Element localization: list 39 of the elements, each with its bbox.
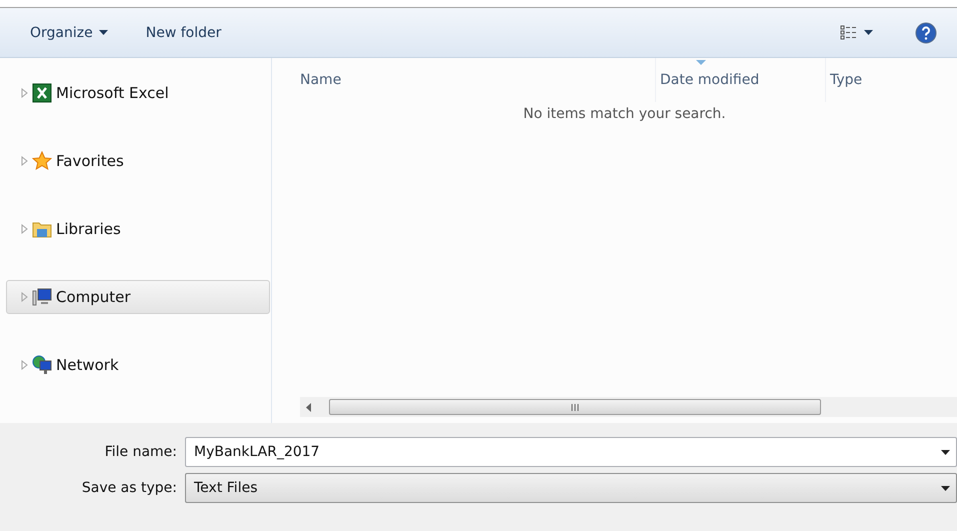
organize-button[interactable]: Organize [24,20,114,44]
new-folder-button[interactable]: New folder [140,20,228,44]
spreadsheet-icon [32,83,52,103]
column-header[interactable]: Type [826,58,956,102]
navigation-label: Libraries [56,220,121,238]
navigation-item[interactable]: Libraries [6,212,270,246]
empty-message: No items match your search. [522,106,727,122]
navigation-item[interactable]: Microsoft Excel [6,76,270,110]
expand-arrow-icon[interactable] [21,292,28,302]
expand-arrow-icon[interactable] [21,224,28,234]
scroll-left-icon[interactable] [306,402,311,412]
horizontal-scrollbar[interactable] [300,397,957,417]
grip-icon [571,404,579,410]
caret-icon [864,30,873,35]
navigation-item[interactable]: Network [6,348,270,382]
navigation-label: Computer [56,288,131,306]
help-icon[interactable] [915,22,937,44]
details-view-icon [840,24,858,40]
navigation-label: Network [56,356,119,374]
file-type-dropdown[interactable]: Text Files [185,473,957,503]
dropdown-caret-icon [941,450,950,454]
field-label: Save as type: [80,480,177,496]
file-name-field[interactable]: MyBankLAR_2017 [185,437,957,467]
dropdown-caret-icon [941,486,950,490]
expand-arrow-icon[interactable] [21,360,28,370]
navigation-label: Microsoft Excel [56,84,169,102]
computer-icon [32,287,52,307]
scroll-thumb[interactable] [329,399,821,415]
field-label: File name: [104,444,177,460]
navigation-item[interactable]: Computer [6,280,270,314]
navigation-item[interactable]: Favorites [6,144,270,178]
star-icon [32,151,52,171]
expand-arrow-icon[interactable] [21,88,28,98]
expand-arrow-icon[interactable] [21,156,28,166]
navigation-label: Favorites [56,152,124,170]
caret-icon [98,30,108,35]
column-header[interactable]: Date modified [656,58,826,102]
network-icon [32,355,52,375]
column-header[interactable]: Name [296,58,656,102]
